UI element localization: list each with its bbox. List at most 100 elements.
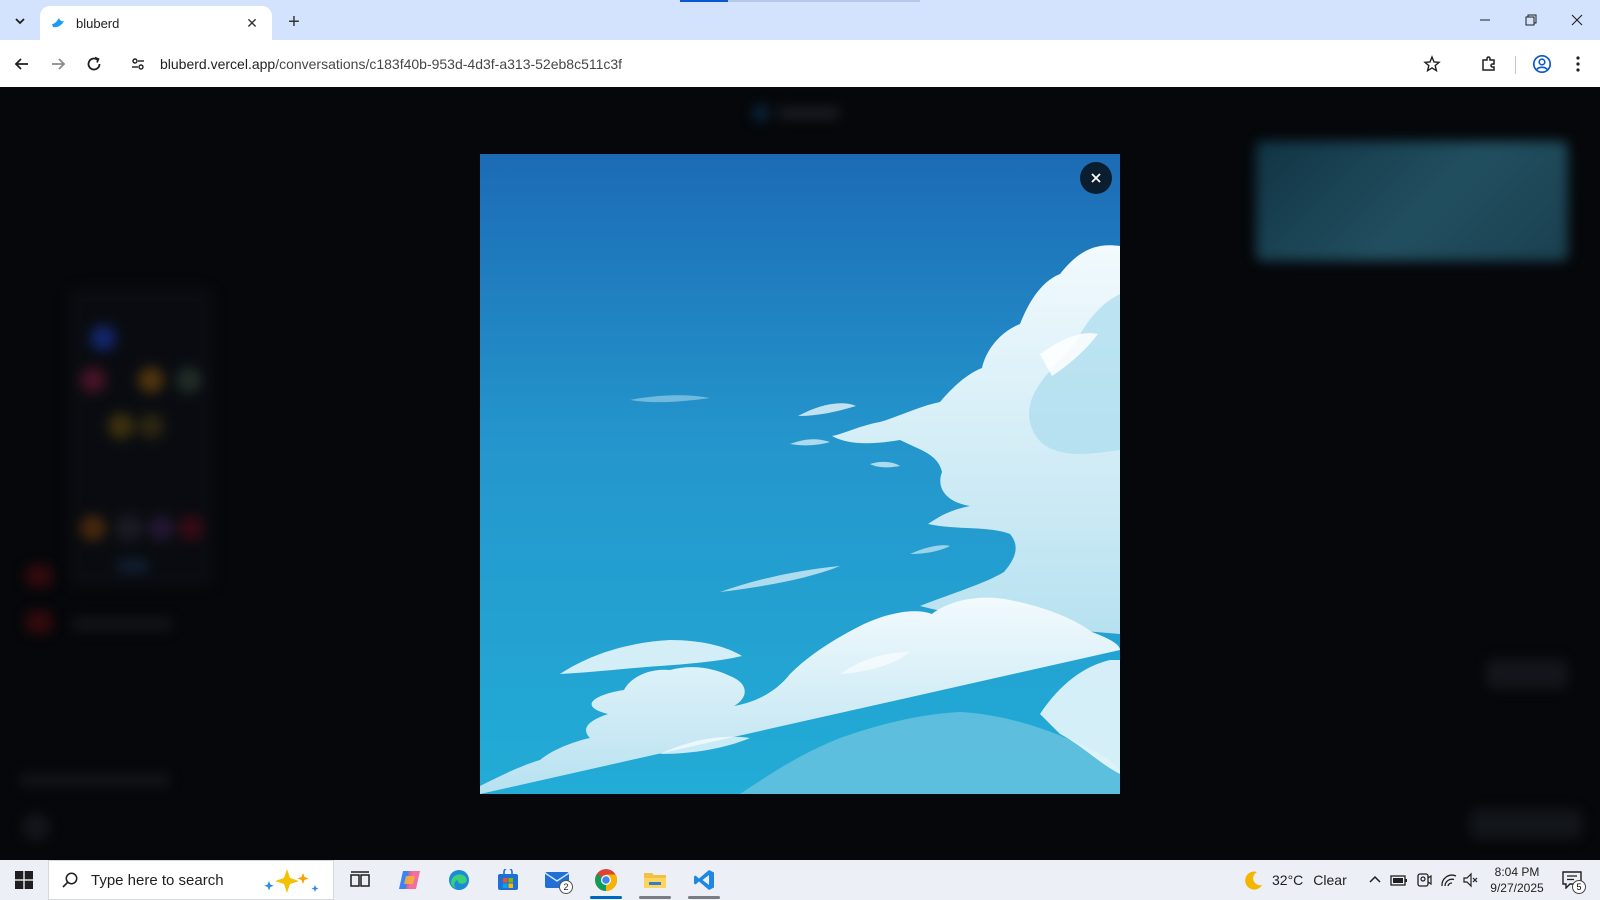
windows-taskbar: Type here to search 2 32°C Clear 8:04 PM… <box>0 860 1600 900</box>
edge-icon <box>449 870 469 890</box>
tab-progress-track <box>728 0 920 2</box>
restore-button[interactable] <box>1508 0 1554 40</box>
attach-button <box>22 813 50 841</box>
search-placeholder: Type here to search <box>91 871 224 889</box>
camera-icon <box>1417 873 1432 887</box>
close-window-button[interactable] <box>1554 0 1600 40</box>
edge-app[interactable] <box>435 860 483 900</box>
chevron-down-icon <box>15 18 25 25</box>
network-tray-icon[interactable] <box>1440 860 1458 900</box>
arrow-left-icon <box>14 58 28 70</box>
chrome-icon <box>595 869 617 891</box>
arrow-right-icon <box>52 58 66 70</box>
minimize-icon <box>1480 19 1490 21</box>
emoji-item <box>138 413 164 439</box>
chevron-up-icon <box>1369 875 1381 883</box>
bird-icon <box>52 18 64 28</box>
file-explorer-app[interactable] <box>631 860 679 900</box>
close-icon <box>1091 173 1101 183</box>
emoji-item <box>116 515 142 541</box>
more-vertical-icon <box>1576 56 1580 72</box>
meet-tray-icon[interactable] <box>1416 860 1432 900</box>
show-hidden-icons-button[interactable] <box>1368 860 1382 900</box>
moon-icon <box>1245 871 1262 890</box>
emoji-tab <box>118 559 148 573</box>
vscode-app[interactable] <box>680 860 728 900</box>
reaction-label <box>72 617 172 631</box>
app-logo <box>752 101 852 125</box>
mail-badge: 2 <box>559 880 573 894</box>
reaction-icon <box>26 611 52 633</box>
emoji-item <box>148 515 174 541</box>
emoji-item <box>80 515 106 541</box>
wifi-icon <box>1441 874 1457 887</box>
profile-icon <box>1532 54 1552 74</box>
message-image-thumbnail <box>1256 141 1568 261</box>
modal-close-button[interactable] <box>1080 162 1112 194</box>
search-icon <box>62 872 78 888</box>
weather-condition: Clear <box>1313 872 1347 888</box>
tab-search-button[interactable] <box>6 7 34 35</box>
toolbar-separator <box>1515 56 1516 74</box>
tune-icon <box>132 58 144 70</box>
vscode-icon <box>694 870 714 890</box>
store-app[interactable] <box>484 860 532 900</box>
emoji-item <box>90 325 116 351</box>
task-view-icon <box>350 871 370 887</box>
emoji-item <box>178 515 204 541</box>
clock-date: 9/27/2025 <box>1490 881 1544 895</box>
tab-close-icon[interactable]: ✕ <box>242 13 262 33</box>
store-icon <box>498 869 518 890</box>
browser-tabstrip: bluberd ✕ + <box>0 0 1600 40</box>
folder-icon <box>644 873 666 888</box>
battery-tray-icon[interactable] <box>1390 860 1408 900</box>
image-viewer-modal <box>480 154 1120 794</box>
chrome-app[interactable] <box>582 860 630 900</box>
minimize-button[interactable] <box>1462 0 1508 40</box>
back-button[interactable] <box>6 48 38 80</box>
url-text: bluberd.vercel.app/conversations/c183f40… <box>160 56 622 72</box>
clock-time: 8:04 PM <box>1494 865 1540 879</box>
copilot-app[interactable] <box>386 860 434 900</box>
notification-center-button[interactable]: 5 <box>1554 866 1590 894</box>
tab-progress-indicator <box>680 0 728 2</box>
volume-muted-icon <box>1463 872 1478 888</box>
extensions-button[interactable] <box>1473 48 1505 80</box>
site-info-button[interactable] <box>122 48 154 80</box>
puzzle-icon <box>1482 56 1495 71</box>
new-tab-button[interactable]: + <box>280 8 308 36</box>
copilot-icon <box>399 871 420 889</box>
bookmark-button[interactable] <box>1418 50 1446 78</box>
url-host: bluberd.vercel.app <box>160 56 276 72</box>
weather-widget[interactable]: 32°C Clear <box>1242 860 1347 900</box>
sparkle-icon <box>264 869 319 893</box>
weather-temperature: 32°C <box>1272 872 1304 888</box>
close-icon <box>1571 14 1583 26</box>
notification-count: 5 <box>1572 880 1586 894</box>
taskbar-search-box[interactable]: Type here to search <box>48 860 334 900</box>
action-button <box>1470 809 1582 839</box>
emoji-item <box>108 413 134 439</box>
browser-tab[interactable]: bluberd ✕ <box>40 6 272 40</box>
send-button <box>1486 659 1568 689</box>
volume-tray-icon[interactable] <box>1462 860 1478 900</box>
windows-logo-icon <box>15 871 33 889</box>
start-button[interactable] <box>8 868 40 892</box>
address-bar[interactable]: bluberd.vercel.app/conversations/c183f40… <box>118 46 1460 82</box>
forward-button[interactable] <box>42 48 74 80</box>
tab-title: bluberd <box>76 15 120 31</box>
sky-clouds-image <box>480 154 1120 794</box>
emoji-item <box>176 367 202 393</box>
browser-toolbar: bluberd.vercel.app/conversations/c183f40… <box>0 40 1600 87</box>
profile-button[interactable] <box>1526 48 1558 80</box>
emoji-item <box>80 367 106 393</box>
task-view-button[interactable] <box>336 860 384 900</box>
url-path: /conversations/c183f40b-953d-4d3f-a313-5… <box>275 56 623 72</box>
mail-app[interactable]: 2 <box>533 860 581 900</box>
emoji-item <box>138 367 164 393</box>
menu-button[interactable] <box>1562 48 1594 80</box>
reload-button[interactable] <box>78 48 110 80</box>
reload-icon <box>87 56 101 71</box>
system-clock[interactable]: 8:04 PM 9/27/2025 <box>1482 864 1552 896</box>
composer-hint <box>20 773 170 787</box>
